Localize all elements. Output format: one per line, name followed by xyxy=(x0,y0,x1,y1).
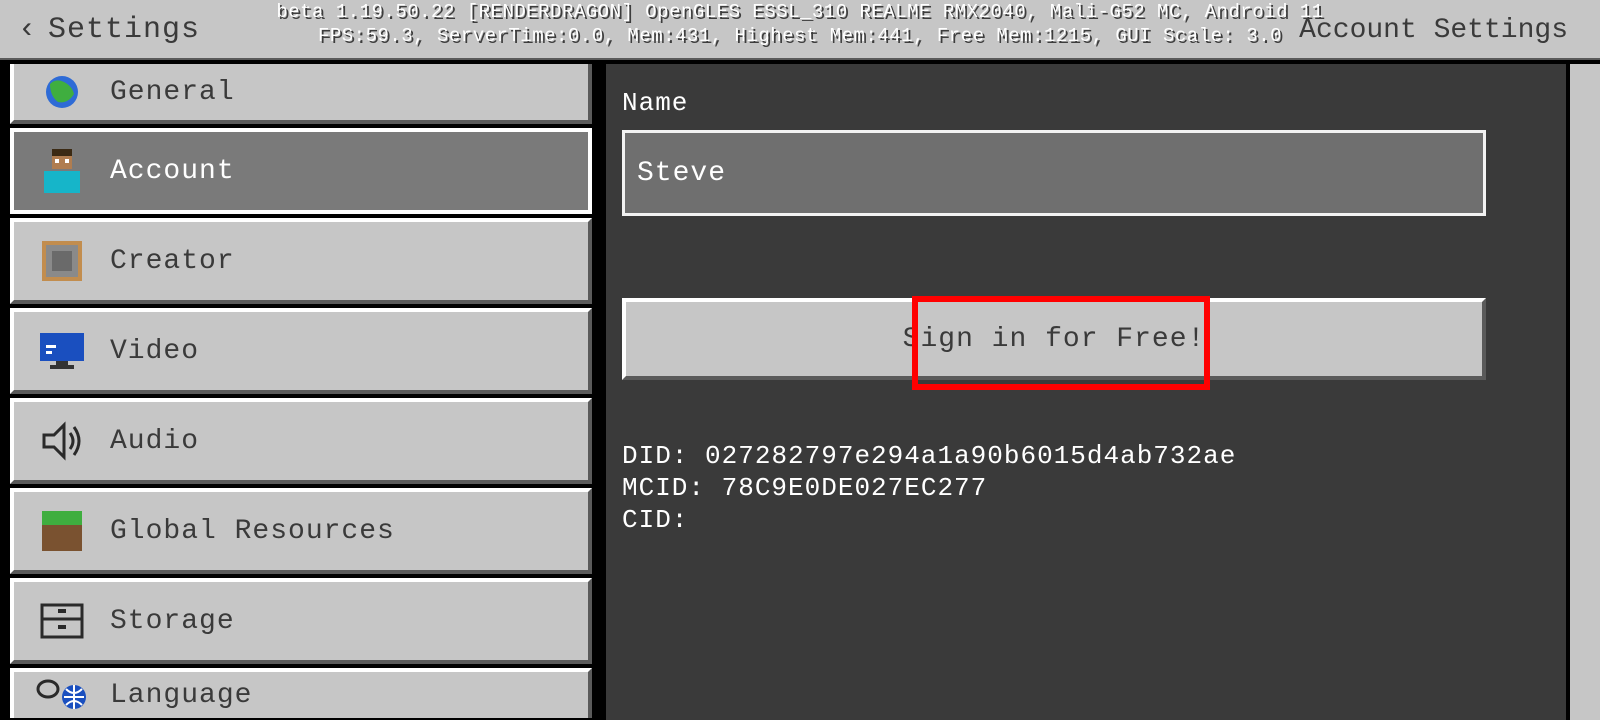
grass-block-icon xyxy=(14,511,110,551)
sidebar-item-creator[interactable]: Creator xyxy=(10,218,592,304)
sidebar: General Account Creator Video Audio xyxy=(0,60,598,720)
sidebar-item-label: Video xyxy=(110,336,199,367)
monitor-icon xyxy=(14,333,110,369)
name-input[interactable] xyxy=(622,130,1486,216)
sidebar-item-label: General xyxy=(110,77,235,108)
sign-in-label: Sign in for Free! xyxy=(903,324,1206,355)
speaker-icon xyxy=(14,421,110,461)
sidebar-item-language[interactable]: Language xyxy=(10,668,592,718)
back-caret-icon: ‹ xyxy=(18,15,36,45)
back-label: Settings xyxy=(48,13,200,47)
sidebar-item-general[interactable]: General xyxy=(10,64,592,124)
drawer-icon xyxy=(14,603,110,639)
sidebar-item-global-resources[interactable]: Global Resources xyxy=(10,488,592,574)
globe-icon xyxy=(14,74,110,110)
sidebar-item-label: Language xyxy=(110,680,252,711)
account-settings-title: Account Settings xyxy=(1267,0,1600,60)
content-panel: Name Sign in for Free! DID: 027282797e29… xyxy=(606,64,1566,720)
sidebar-item-label: Global Resources xyxy=(110,516,395,547)
sidebar-item-video[interactable]: Video xyxy=(10,308,592,394)
sidebar-item-label: Audio xyxy=(110,426,199,457)
language-icon xyxy=(14,679,110,711)
account-ids: DID: 027282797e294a1a90b6015d4ab732ae MC… xyxy=(622,440,1550,536)
sidebar-item-label: Creator xyxy=(110,246,235,277)
header-bar: ‹ Settings beta 1.19.50.22 [RENDERDRAGON… xyxy=(0,0,1600,60)
scrollbar[interactable] xyxy=(1570,64,1600,720)
name-label: Name xyxy=(622,88,1550,118)
sidebar-item-account[interactable]: Account xyxy=(10,128,592,214)
sign-in-button[interactable]: Sign in for Free! xyxy=(622,298,1486,380)
sidebar-item-label: Account xyxy=(110,156,235,187)
back-button[interactable]: ‹ Settings xyxy=(0,0,200,60)
steve-head-icon xyxy=(14,149,110,193)
sidebar-item-audio[interactable]: Audio xyxy=(10,398,592,484)
sidebar-item-storage[interactable]: Storage xyxy=(10,578,592,664)
command-block-icon xyxy=(14,241,110,281)
sidebar-item-label: Storage xyxy=(110,606,235,637)
